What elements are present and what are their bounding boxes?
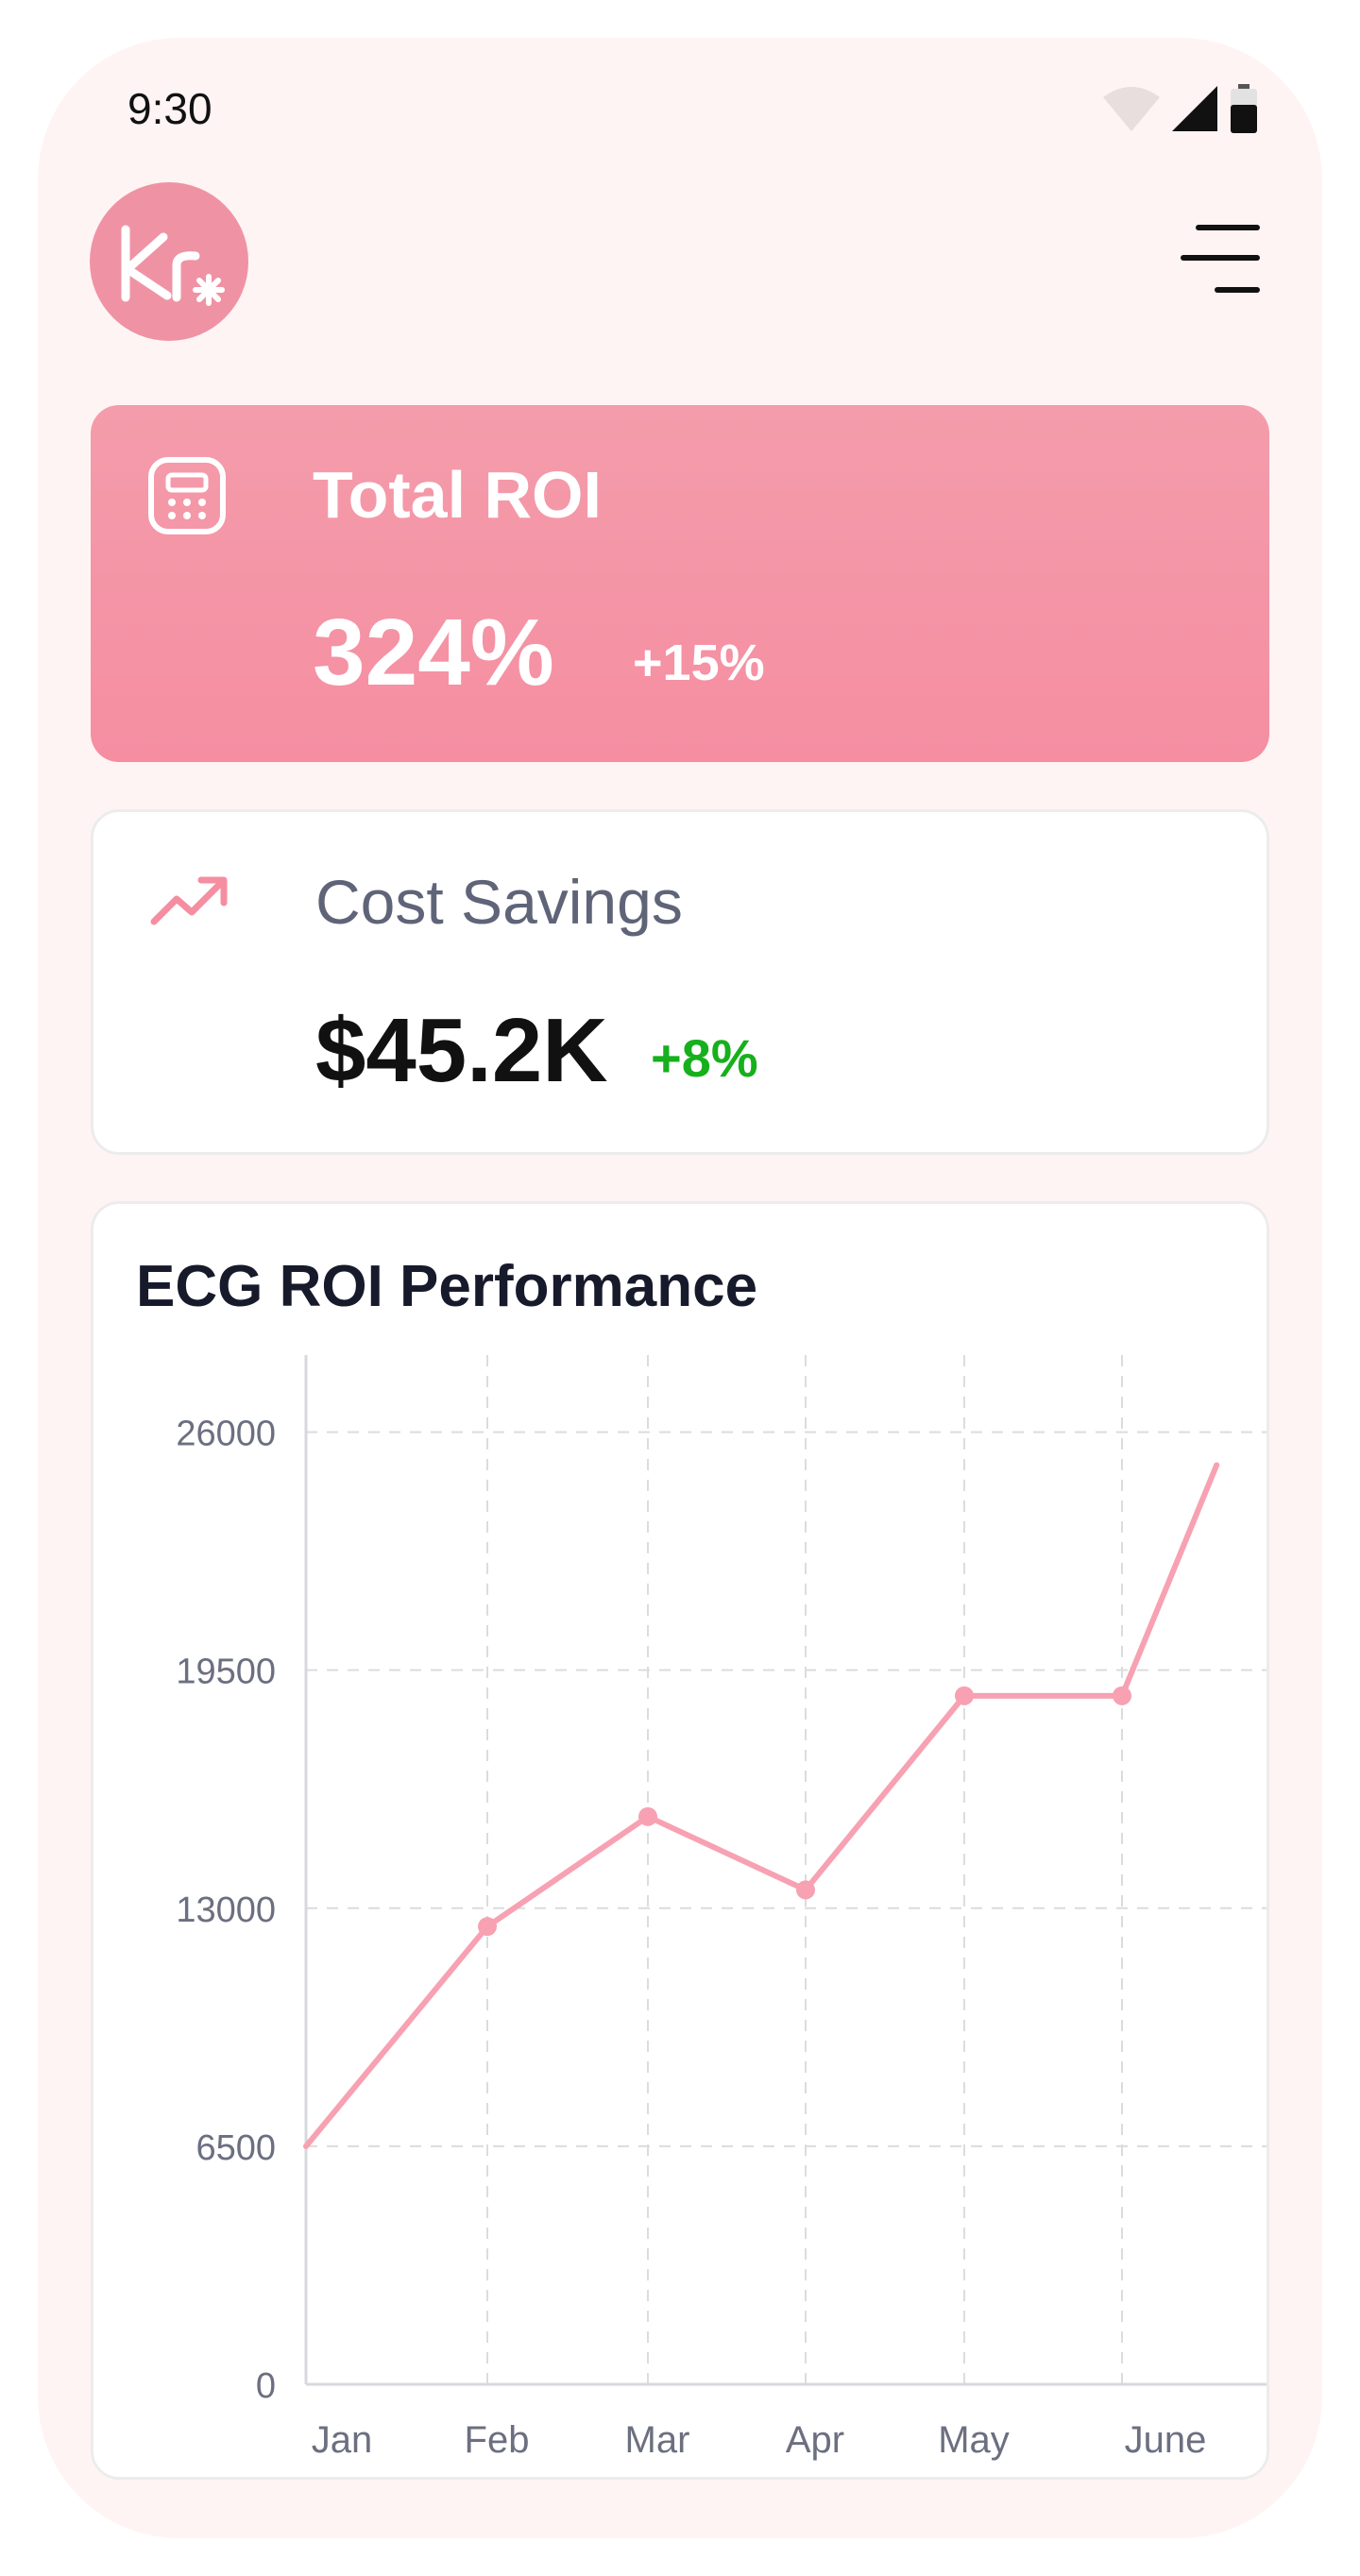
total-roi-value: 324%: [313, 600, 554, 705]
wifi-icon: [1103, 87, 1160, 131]
kr-logo-icon[interactable]: [90, 182, 248, 341]
data-point: [955, 1686, 974, 1705]
menu-icon[interactable]: [1180, 222, 1261, 301]
x-tick-label: Mar: [625, 2419, 690, 2461]
roi-line-chart: 0 6500 13000 19500 26000 Jan Feb Mar Apr May June: [176, 1355, 1266, 2461]
signal-icon: [1172, 86, 1217, 131]
x-tick-label: Apr: [786, 2419, 844, 2461]
data-point: [638, 1806, 657, 1826]
calculator-icon: [148, 457, 226, 534]
battery-icon: [1231, 84, 1257, 133]
phone-screen: 9:30 Total ROI 324% +15% Cost Savings $4…: [38, 38, 1322, 2538]
data-point: [478, 1917, 497, 1937]
total-roi-change: +15%: [633, 635, 765, 691]
status-time: 9:30: [128, 84, 212, 133]
cost-savings-value: $45.2K: [315, 1000, 608, 1101]
y-tick-label: 26000: [176, 1415, 276, 1454]
data-point: [796, 1880, 815, 1900]
trending-up-icon: [150, 876, 228, 925]
x-tick-label: June: [1125, 2419, 1207, 2461]
y-tick-label: 19500: [176, 1652, 276, 1692]
y-tick-label: 0: [256, 2366, 276, 2406]
series-line: [303, 1462, 1220, 2149]
y-tick-label: 13000: [176, 1890, 276, 1930]
x-tick-label: May: [938, 2419, 1010, 2461]
x-tick-label: Jan: [312, 2419, 373, 2461]
roi-chart-card: ECG ROI Performance 0 6500 13000 19500 26000…: [91, 1201, 1269, 2480]
data-point: [1113, 1686, 1131, 1705]
cost-savings-card[interactable]: Cost Savings $45.2K +8%: [91, 809, 1269, 1155]
y-tick-label: 6500: [196, 2128, 276, 2168]
cost-savings-title: Cost Savings: [315, 867, 683, 937]
status-icons: [1100, 76, 1261, 142]
x-tick-label: Feb: [465, 2419, 530, 2461]
total-roi-card[interactable]: Total ROI 324% +15%: [91, 405, 1269, 762]
cost-savings-change: +8%: [651, 1028, 758, 1088]
total-roi-title: Total ROI: [313, 458, 602, 532]
